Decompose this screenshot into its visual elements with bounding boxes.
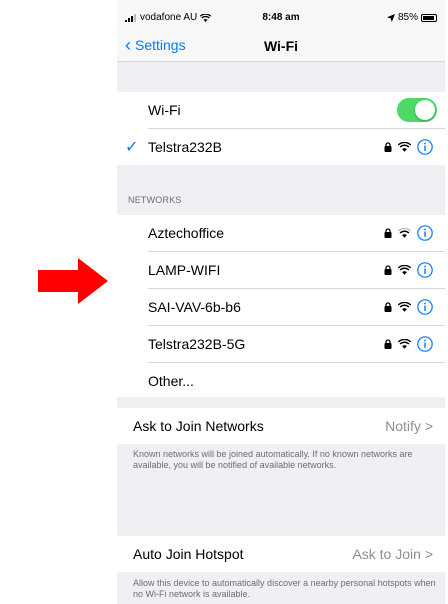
- wifi-toggle-row: Wi-Fi: [117, 92, 445, 128]
- ask-to-join-description: Known networks will be joined automatica…: [133, 449, 413, 470]
- network-icons: [384, 139, 433, 155]
- network-icons: [384, 262, 433, 278]
- wifi-signal-icon: [398, 228, 411, 238]
- network-row[interactable]: LAMP-WIFI: [117, 252, 445, 288]
- red-arrow-annotation: [38, 258, 108, 304]
- networks-header: NETWORKS: [128, 195, 182, 205]
- wifi-signal-icon: [398, 142, 411, 152]
- chevron-right-icon: >: [424, 418, 433, 434]
- auto-join-hotspot-label: Auto Join Hotspot: [133, 546, 244, 562]
- lock-icon: [384, 265, 392, 275]
- wifi-signal-icon: [398, 302, 411, 312]
- ask-to-join-value: Notify >: [385, 418, 433, 434]
- network-row[interactable]: SAI-VAV-6b-b6: [117, 289, 445, 325]
- status-bar: vodafone AU 8:48 am 85%: [117, 0, 445, 30]
- network-name: SAI-VAV-6b-b6: [148, 299, 241, 315]
- connected-network-name: Telstra232B: [148, 139, 222, 155]
- ask-to-join-row[interactable]: Ask to Join Networks Notify >: [117, 408, 445, 444]
- phone-screen: vodafone AU 8:48 am 85% ‹ Settings Wi-Fi…: [117, 0, 445, 604]
- wifi-toggle[interactable]: [397, 98, 437, 122]
- chevron-right-icon: >: [424, 546, 433, 562]
- lock-icon: [384, 142, 392, 152]
- auto-join-hotspot-value: Ask to Join >: [352, 546, 433, 562]
- info-icon[interactable]: [417, 139, 433, 155]
- network-icons: [384, 336, 433, 352]
- navigation-bar: ‹ Settings Wi-Fi: [117, 30, 445, 62]
- location-arrow-icon: [386, 13, 395, 22]
- network-name: LAMP-WIFI: [148, 262, 221, 278]
- ask-to-join-value-text: Notify: [385, 418, 421, 434]
- network-row[interactable]: Telstra232B-5G: [117, 326, 445, 362]
- network-name: Telstra232B-5G: [148, 336, 246, 352]
- info-icon[interactable]: [417, 299, 433, 315]
- wifi-signal-icon: [398, 339, 411, 349]
- battery-percent: 85%: [397, 12, 418, 23]
- ask-to-join-group: Ask to Join Networks Notify >: [117, 408, 445, 444]
- lock-icon: [384, 228, 392, 238]
- auto-join-hotspot-description: Allow this device to automatically disco…: [133, 578, 436, 599]
- network-name: Aztechoffice: [148, 225, 225, 241]
- other-network-label: Other...: [148, 373, 194, 389]
- info-icon[interactable]: [417, 225, 433, 241]
- connected-network-row[interactable]: ✓ Telstra232B: [117, 129, 445, 165]
- auto-join-hotspot-value-text: Ask to Join: [352, 546, 421, 562]
- wifi-group: Wi-Fi ✓ Telstra232B: [117, 92, 445, 165]
- auto-join-hotspot-group: Auto Join Hotspot Ask to Join >: [117, 536, 445, 572]
- lock-icon: [384, 339, 392, 349]
- other-network-row[interactable]: Other...: [117, 363, 445, 399]
- info-icon[interactable]: [417, 336, 433, 352]
- network-icons: [384, 225, 433, 241]
- ask-to-join-label: Ask to Join Networks: [133, 418, 264, 434]
- wifi-signal-icon: [398, 265, 411, 275]
- network-row[interactable]: Aztechoffice: [117, 215, 445, 251]
- info-icon[interactable]: [417, 262, 433, 278]
- page-title: Wi-Fi: [263, 38, 299, 54]
- auto-join-hotspot-row[interactable]: Auto Join Hotspot Ask to Join >: [117, 536, 445, 572]
- lock-icon: [384, 302, 392, 312]
- status-right: 85%: [386, 12, 437, 23]
- network-icons: [384, 299, 433, 315]
- battery-icon: [421, 13, 437, 22]
- wifi-label: Wi-Fi: [148, 102, 181, 118]
- checkmark-icon: ✓: [125, 139, 139, 156]
- networks-group: Aztechoffice LAMP-WIFI SAI-VAV-6b-b6 Tel…: [117, 215, 445, 397]
